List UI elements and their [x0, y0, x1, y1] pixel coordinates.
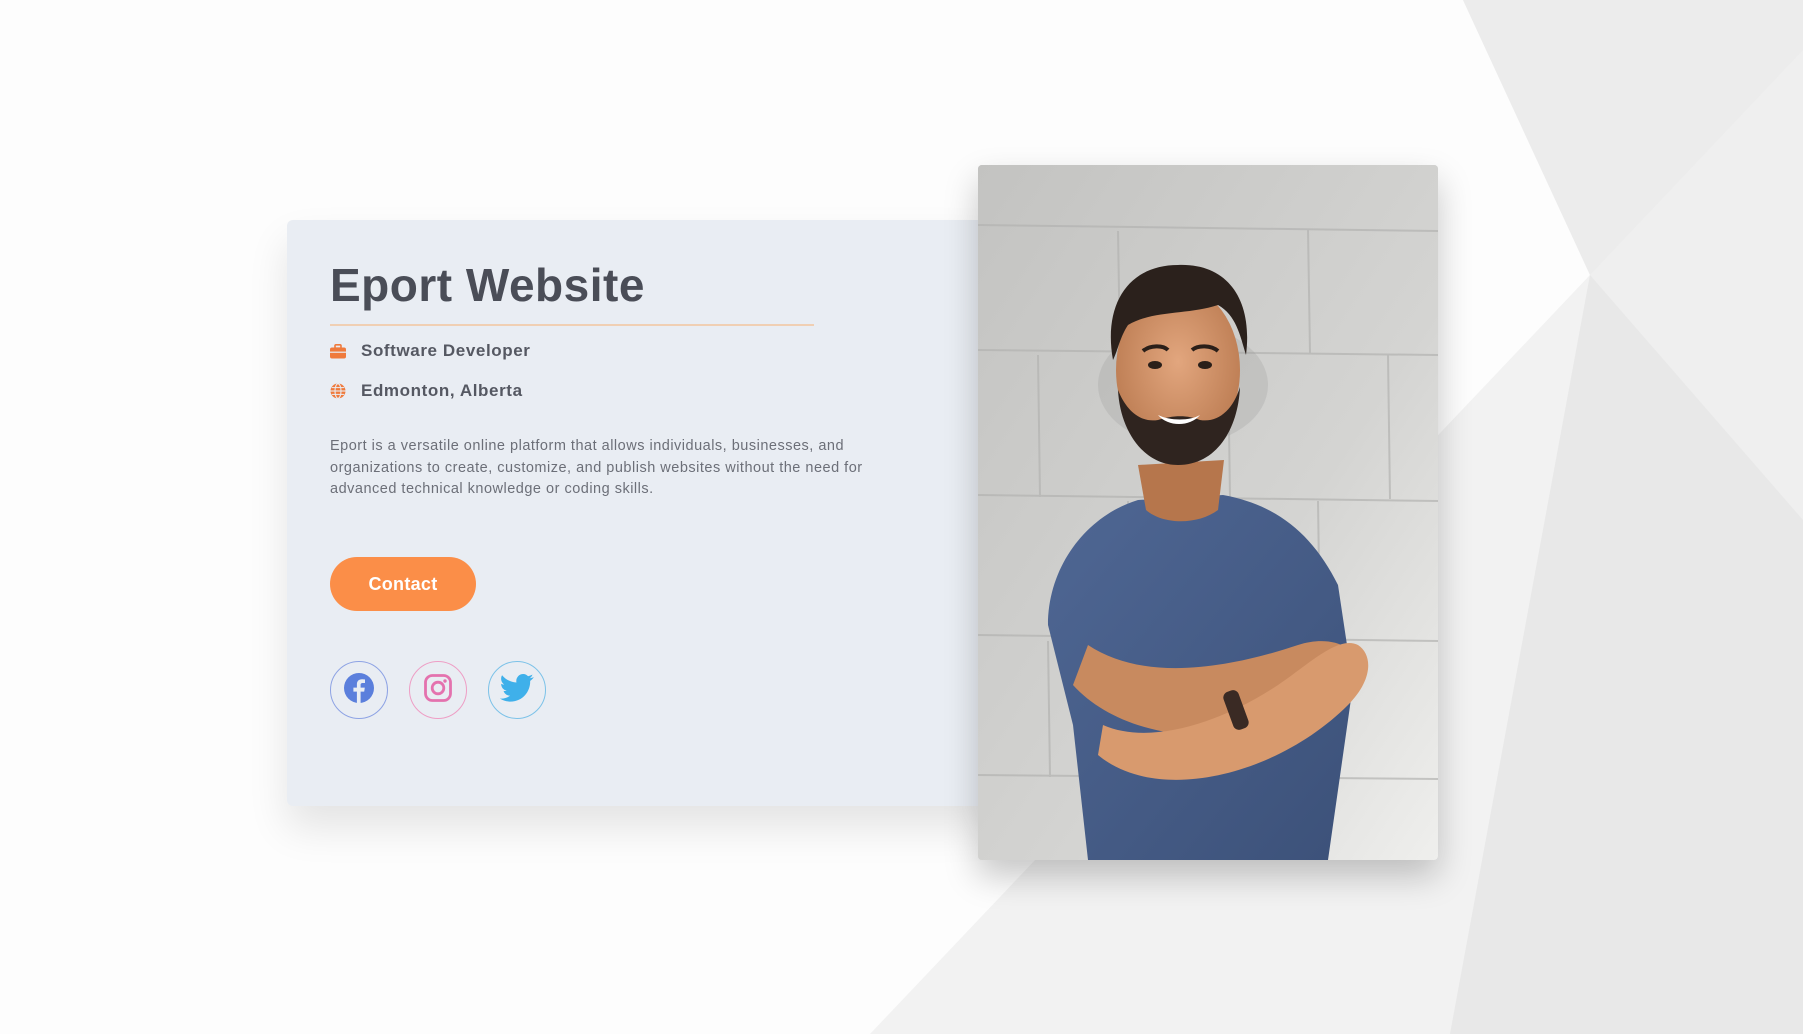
description: Eport is a versatile online platform tha… — [330, 438, 863, 497]
profile-card: Eport Website Software Developer Edmonto… — [287, 220, 999, 806]
twitter-icon — [499, 673, 534, 708]
title-divider — [330, 324, 814, 326]
facebook-icon — [343, 672, 375, 709]
contact-button[interactable]: Contact — [330, 557, 476, 611]
instagram-icon — [423, 673, 453, 708]
job-title: Software Developer — [361, 341, 531, 360]
profile-photo — [978, 165, 1438, 860]
job-row: Software Developer — [330, 341, 531, 361]
location-row: Edmonton, Alberta — [330, 381, 523, 401]
page: Eport Website Software Developer Edmonto… — [0, 0, 1803, 1034]
facebook-link[interactable] — [330, 661, 388, 719]
location-text: Edmonton, Alberta — [361, 381, 523, 400]
page-title: Eport Website — [330, 259, 645, 311]
globe-icon — [330, 383, 346, 399]
instagram-link[interactable] — [409, 661, 467, 719]
briefcase-icon — [330, 343, 346, 359]
twitter-link[interactable] — [488, 661, 546, 719]
